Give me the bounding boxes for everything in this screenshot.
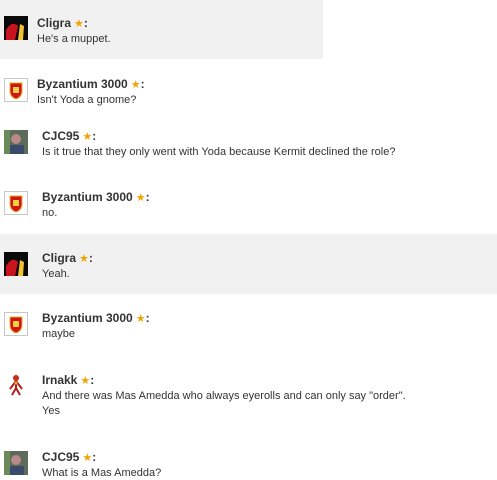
star-icon: ★: [74, 18, 84, 30]
star-icon: ★: [82, 452, 93, 464]
message-author-line: Cligra ★:: [42, 251, 93, 265]
message-text: He's a muppet.: [37, 33, 111, 45]
chat-message: CJC95 ★: What is a Mas Amedda?: [0, 439, 497, 480]
message-author-line: Byzantium 3000 ★:: [42, 311, 150, 325]
message-author-line: Byzantium 3000 ★:: [37, 77, 145, 91]
author-name[interactable]: Byzantium 3000: [42, 311, 133, 325]
star-icon: ★: [135, 192, 146, 204]
message-text: What is a Mas Amedda?: [42, 467, 162, 479]
chat-message: Cligra ★: Yeah.: [0, 234, 497, 294]
chat-message: Byzantium 3000 ★: maybe: [0, 294, 497, 359]
byzantium-avatar[interactable]: [4, 191, 28, 215]
message-text: Yes: [42, 405, 60, 417]
message-text: maybe: [42, 328, 76, 340]
message-author-line: Byzantium 3000 ★:: [42, 190, 150, 204]
author-name[interactable]: CJC95: [42, 450, 79, 464]
chat-message: Irnakk ★: And there was Mas Amedda who al…: [0, 359, 497, 439]
message-text: And there was Mas Amedda who always eyer…: [42, 390, 406, 402]
byzantium-avatar[interactable]: [4, 312, 28, 336]
irnakk-avatar[interactable]: [4, 373, 28, 397]
message-author-line: Cligra ★:: [37, 16, 88, 30]
message-author-line: Irnakk ★:: [42, 373, 95, 387]
star-icon: ★: [82, 131, 93, 143]
message-text: Isn't Yoda a gnome?: [37, 94, 137, 106]
author-name[interactable]: Irnakk: [42, 373, 77, 387]
cligra-avatar[interactable]: [4, 252, 28, 276]
cjc95-avatar[interactable]: [4, 451, 28, 475]
star-icon: ★: [130, 79, 141, 91]
author-name[interactable]: Byzantium 3000: [37, 77, 128, 91]
chat-message: Byzantium 3000 ★: no.: [0, 175, 497, 234]
message-author-line: CJC95 ★:: [42, 450, 97, 464]
message-text: no.: [42, 207, 58, 219]
message-text: Is it true that they only went with Yoda…: [42, 146, 396, 158]
cligra-avatar[interactable]: [4, 16, 28, 40]
author-name[interactable]: Byzantium 3000: [42, 190, 133, 204]
byzantium-avatar[interactable]: [4, 78, 28, 102]
star-icon: ★: [80, 375, 91, 387]
author-name[interactable]: Cligra: [37, 16, 71, 30]
chat-message: Byzantium 3000 ★: Isn't Yoda a gnome?: [0, 59, 497, 119]
message-text: Yeah.: [42, 268, 70, 280]
author-name[interactable]: CJC95: [42, 129, 79, 143]
cjc95-avatar[interactable]: [4, 130, 28, 154]
author-name[interactable]: Cligra: [42, 251, 76, 265]
star-icon: ★: [135, 313, 146, 325]
message-author-line: CJC95 ★:: [42, 129, 97, 143]
chat-message: CJC95 ★: Is it true that they only went w…: [0, 119, 497, 175]
star-icon: ★: [79, 253, 89, 265]
chat-message: Cligra ★: He's a muppet.: [0, 0, 323, 59]
